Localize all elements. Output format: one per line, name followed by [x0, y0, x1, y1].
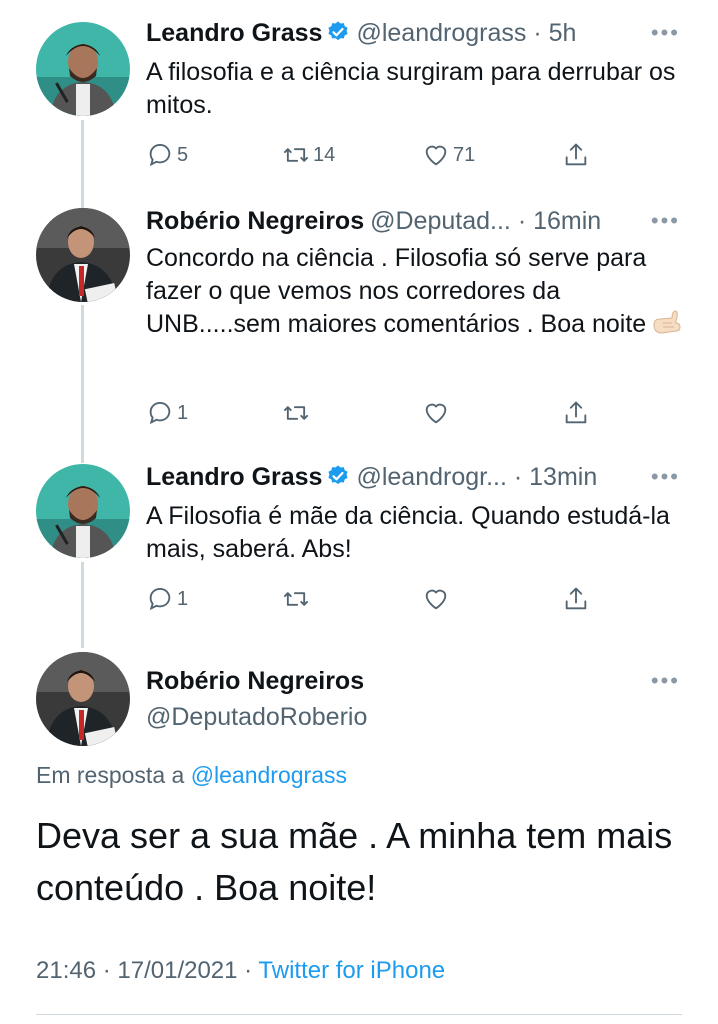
retweet-icon: [283, 406, 309, 420]
like-icon: [425, 145, 447, 166]
share-button[interactable]: [562, 582, 590, 616]
avatar[interactable]: [36, 652, 130, 746]
tweet[interactable]: Robério Negreiros @Deputad... · 16min •••…: [0, 200, 718, 460]
retweet-button[interactable]: [282, 582, 310, 616]
reply-count: 1: [177, 401, 189, 424]
reply-count: 5: [177, 143, 189, 166]
author-handle[interactable]: @Deputad...: [370, 207, 511, 235]
reply-prefix: Em resposta a: [36, 762, 185, 788]
tweet-source[interactable]: Twitter for iPhone: [258, 957, 445, 984]
author-name[interactable]: Leandro Grass: [146, 19, 322, 47]
more-icon[interactable]: •••: [651, 18, 680, 48]
like-button[interactable]: [422, 582, 450, 616]
call-me-hand-emoji: [653, 310, 681, 334]
tweet-time[interactable]: · 16min: [518, 207, 601, 235]
like-button[interactable]: 71: [422, 138, 475, 172]
reply-button[interactable]: 1: [146, 582, 188, 616]
share-button[interactable]: [562, 138, 590, 172]
retweet-button[interactable]: [282, 396, 310, 430]
tweet[interactable]: Leandro Grass @leandrograss · 5h ••• A fi…: [0, 0, 718, 200]
retweet-button[interactable]: 14: [282, 138, 335, 172]
tweet-text: A Filosofia é mãe da ciência. Quando est…: [146, 502, 670, 563]
reply-count: 1: [177, 587, 189, 610]
tweet-time[interactable]: · 13min: [514, 463, 597, 491]
author-name[interactable]: Robério Negreiros: [146, 666, 364, 696]
reply-icon: [149, 401, 171, 425]
reply-handle-link[interactable]: @leandrograss: [191, 762, 347, 788]
like-icon: [425, 589, 447, 610]
share-icon: [565, 401, 587, 424]
avatar[interactable]: [36, 464, 130, 558]
author-name[interactable]: Leandro Grass: [146, 463, 322, 491]
divider: [36, 1014, 682, 1015]
tweet-text: Concordo na ciência . Filosofia só serve…: [146, 242, 686, 341]
reply-icon: [149, 143, 171, 167]
tweet-text: A filosofia e a ciência surgiram para de…: [146, 58, 676, 119]
retweet-count: 14: [313, 143, 336, 166]
author-handle[interactable]: @leandrograss: [356, 19, 526, 47]
share-button[interactable]: [562, 396, 590, 430]
reply-button[interactable]: 1: [146, 396, 188, 430]
tweet-meta: 21:46 · 17/01/2021 · Twitter for iPhone: [36, 956, 445, 986]
author-handle[interactable]: @leandrogr...: [356, 463, 506, 491]
more-icon[interactable]: •••: [651, 206, 680, 236]
verified-badge-icon: [328, 465, 349, 485]
tweet-timestamp[interactable]: 21:46 · 17/01/2021 ·: [36, 957, 252, 984]
author-handle[interactable]: @DeputadoRoberio: [146, 702, 367, 732]
retweet-icon: [283, 148, 309, 162]
like-icon: [425, 403, 447, 424]
tweet[interactable]: Leandro Grass @leandrogr... · 13min ••• A…: [0, 460, 718, 640]
tweet-text: Deva ser a sua mãe . A minha tem mais co…: [36, 815, 673, 908]
like-button[interactable]: [422, 396, 450, 430]
retweet-icon: [283, 592, 309, 606]
reply-button[interactable]: 5: [146, 138, 188, 172]
like-count: 71: [453, 143, 476, 166]
more-icon[interactable]: •••: [651, 666, 680, 696]
avatar[interactable]: [36, 208, 130, 302]
share-icon: [565, 143, 587, 166]
more-icon[interactable]: •••: [651, 462, 680, 492]
author-name[interactable]: Robério Negreiros: [146, 207, 364, 235]
reply-context: Em resposta a @leandrograss: [36, 760, 347, 790]
verified-badge-icon: [328, 21, 349, 41]
tweet-text-body: Concordo na ciência . Filosofia só serve…: [146, 244, 647, 338]
avatar[interactable]: [36, 22, 130, 116]
share-icon: [565, 587, 587, 610]
tweet-time[interactable]: · 5h: [533, 19, 576, 47]
reply-icon: [149, 587, 171, 611]
